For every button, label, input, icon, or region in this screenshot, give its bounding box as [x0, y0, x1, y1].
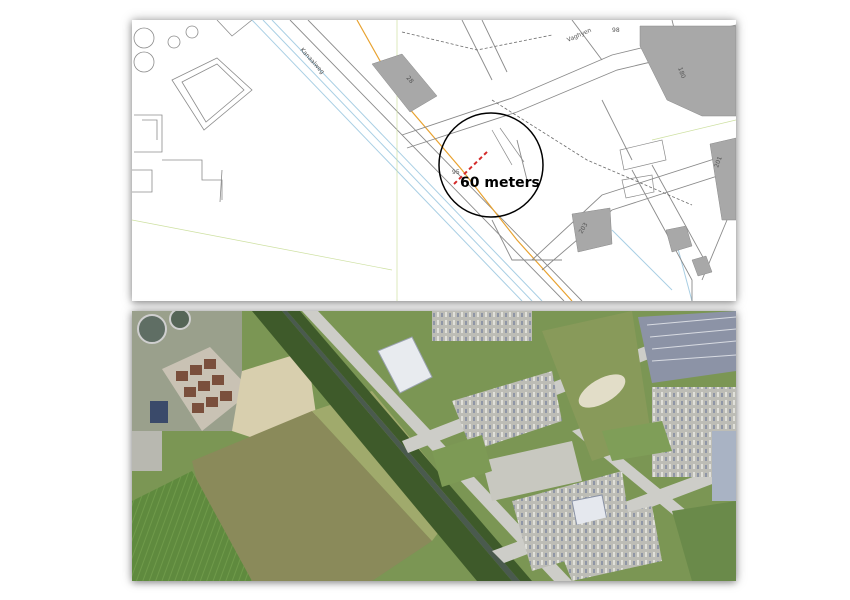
map-panel[interactable]: Kanaalweg Vaghyen 28 180 201 203 95 98 6… — [132, 20, 736, 301]
figure: Kanaalweg Vaghyen 28 180 201 203 95 98 6… — [0, 0, 850, 600]
building-number-95: 95 — [452, 169, 460, 176]
measurement-label: 60 meters — [460, 175, 540, 191]
map-canvas: Kanaalweg Vaghyen 28 180 201 203 95 98 6… — [132, 20, 736, 301]
aerial-photo-panel[interactable] — [132, 311, 736, 581]
aerial-image — [132, 311, 736, 581]
building-number-98: 98 — [612, 27, 620, 34]
